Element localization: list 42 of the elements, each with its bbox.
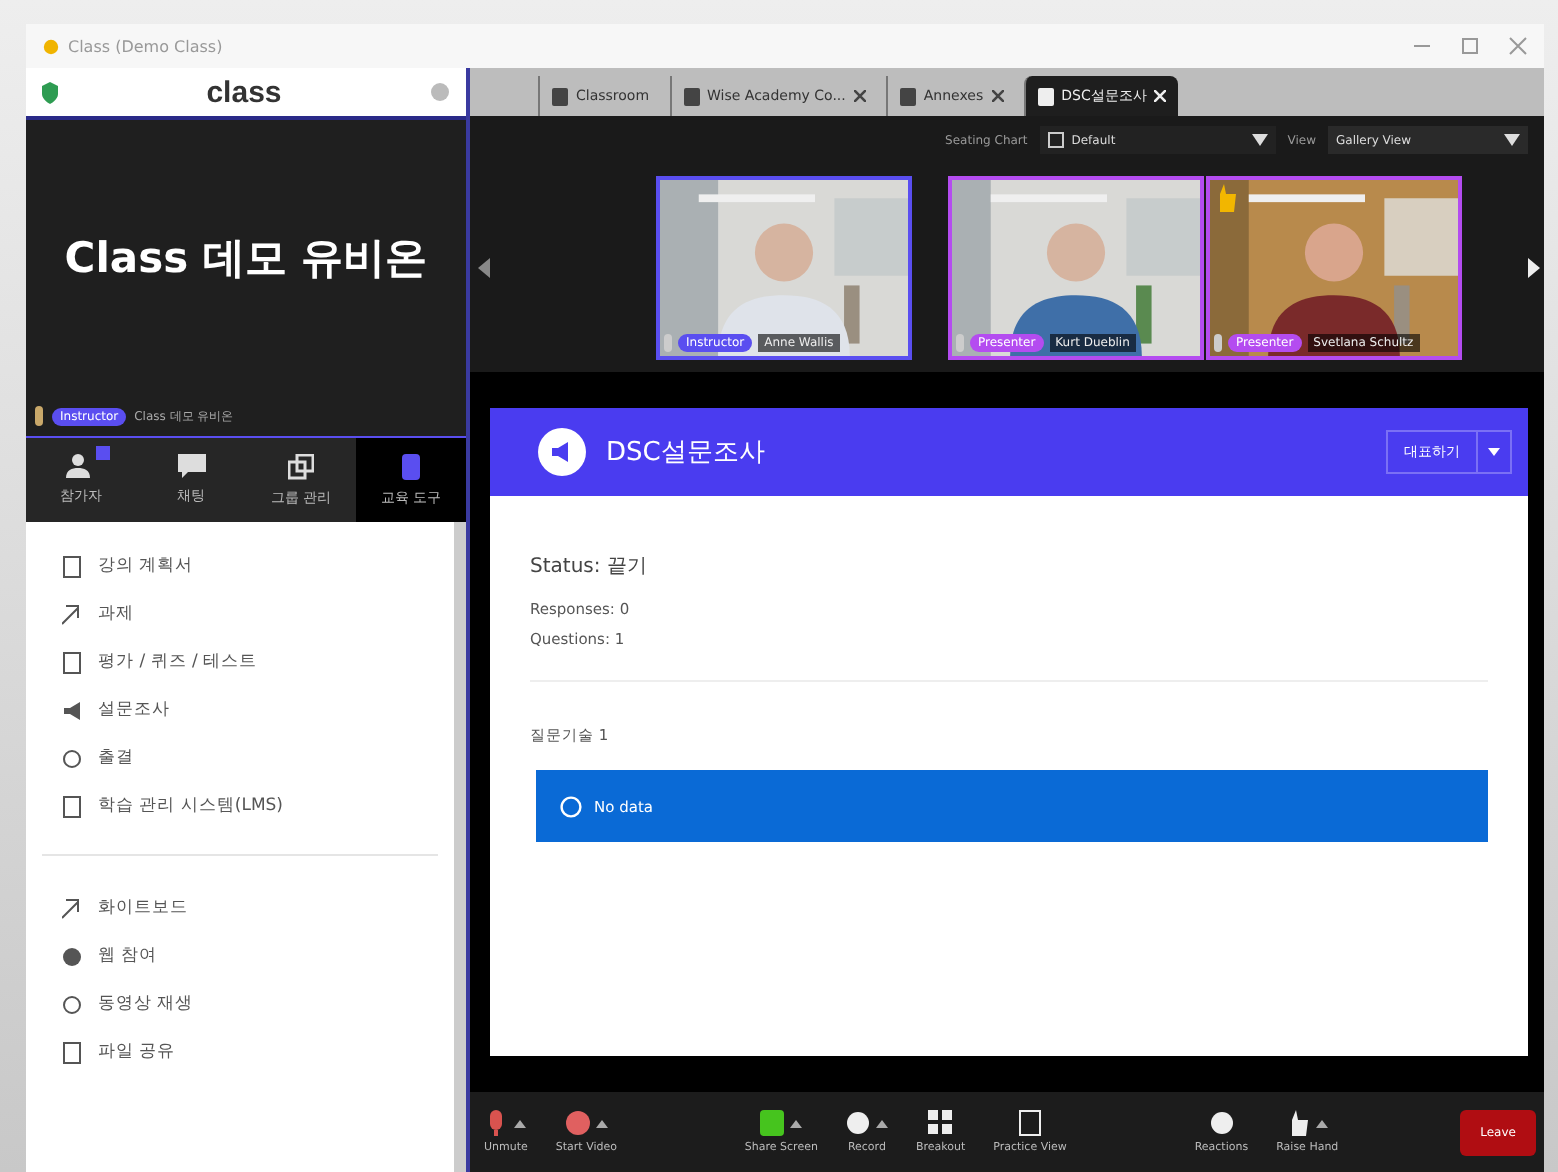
mic-icon [1214, 334, 1222, 352]
sidebar-item[interactable]: 파일 공유 [26, 1028, 454, 1076]
room-title: Class 데모 유비온 [64, 232, 428, 286]
sidebar-item[interactable]: 과제 [26, 590, 454, 638]
megaphone-icon [538, 428, 586, 476]
tab-icon [1037, 87, 1054, 105]
previous-arrow-icon[interactable] [478, 258, 490, 278]
tab-icon [683, 87, 700, 105]
sidebar-item[interactable]: 동영상 재생 [26, 980, 454, 1028]
logo: class [206, 75, 282, 109]
tab-icon [552, 87, 568, 105]
megaphone-icon [62, 699, 82, 721]
chat-icon [177, 454, 205, 478]
grid-icon [928, 1110, 953, 1136]
sidebar-item[interactable]: 출결 [26, 734, 454, 782]
checkbox-icon [1047, 132, 1064, 148]
share-screen-icon [760, 1110, 785, 1136]
hand-icon [1286, 1110, 1311, 1136]
mic-icon [34, 406, 44, 426]
groups-icon [288, 453, 314, 479]
tab-icon [899, 87, 916, 105]
sidebar-item[interactable]: 웹 참여 [26, 932, 454, 980]
window-title: Class (Demo Class) [68, 37, 223, 55]
next-arrow-icon[interactable] [1528, 258, 1540, 278]
sidebar-item[interactable]: 강의 계획서 [26, 542, 454, 590]
mic-icon [664, 334, 672, 352]
caret-icon [1488, 448, 1500, 456]
app-icon [42, 37, 60, 55]
survey-title: DSC설문조사 [606, 436, 765, 470]
hand-icon [1214, 184, 1238, 212]
caret-icon [1504, 134, 1520, 146]
survey-status: Status: 끝기 [530, 554, 649, 580]
shield-icon [42, 81, 58, 103]
document-icon [1018, 1110, 1043, 1136]
caret-icon [1251, 134, 1268, 146]
sidebar-item[interactable]: 학습 관리 시스템(LMS) [26, 782, 454, 830]
sidebar-item[interactable]: 화이트보드 [26, 884, 454, 932]
sidebar-item[interactable]: 평가 / 퀴즈 / 테스트 [26, 638, 454, 686]
maximize-icon[interactable] [1460, 36, 1480, 56]
sidebar-item[interactable]: 설문조사 [26, 686, 454, 734]
mic-icon [956, 334, 964, 352]
document-icon [62, 555, 82, 577]
